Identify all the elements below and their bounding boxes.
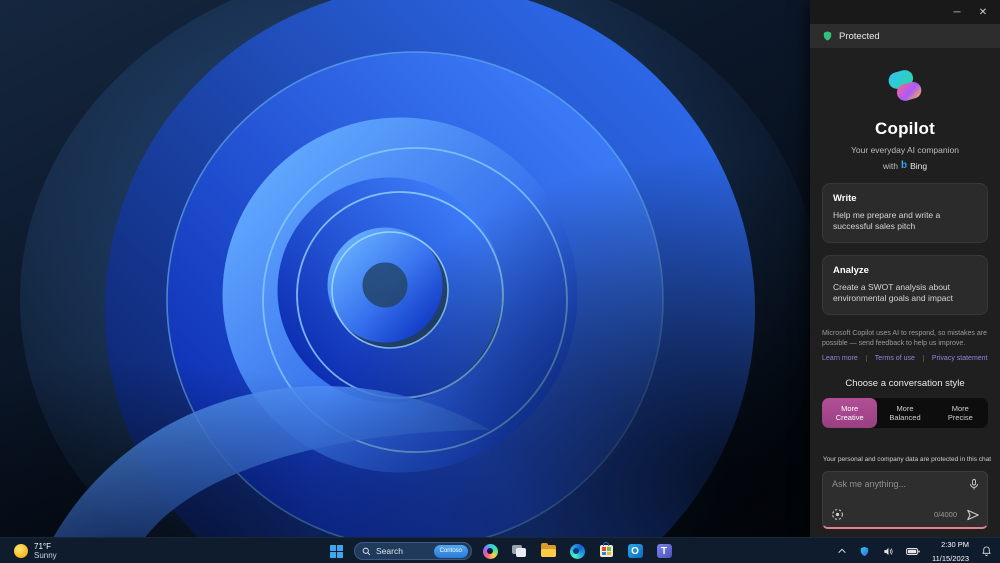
style-more-precise[interactable]: More Precise [933, 398, 988, 428]
tray-security-button[interactable] [855, 540, 874, 562]
privacy-statement-link[interactable]: Privacy statement [922, 355, 988, 363]
search-input[interactable] [376, 546, 434, 556]
taskbar-app-task-view[interactable] [508, 540, 530, 562]
char-counter: 0/4000 [934, 510, 957, 519]
suggestion-title: Analyze [833, 264, 869, 276]
taskbar-app-outlook[interactable]: O [624, 540, 646, 562]
copilot-titlebar: ─ ✕ [810, 0, 1000, 24]
style-more-balanced[interactable]: More Balanced [877, 398, 932, 428]
taskbar-app-teams[interactable]: T [653, 540, 675, 562]
screen: ─ ✕ Protected Copilot Your everyday AI c… [0, 0, 1000, 563]
suggestion-body: Create a SWOT analysis about environment… [833, 281, 954, 304]
speaker-icon [884, 547, 893, 555]
visual-search-icon[interactable] [831, 508, 844, 521]
protected-status[interactable]: Protected [810, 24, 1000, 48]
bing-label: Bing [910, 160, 928, 171]
taskbar-search[interactable]: Contoso [354, 542, 472, 560]
with-label: with [882, 160, 898, 171]
conversation-style-heading: Choose a conversation style [845, 378, 965, 390]
style-more-creative[interactable]: More Creative [822, 398, 878, 429]
copilot-title: Copilot [875, 119, 935, 138]
send-icon[interactable] [966, 508, 980, 522]
search-icon [362, 547, 371, 555]
taskbar: 71°F Sunny Contoso [0, 537, 1000, 563]
bing-icon: b [901, 160, 908, 171]
privacy-note-text: Your personal and company data are prote… [822, 456, 992, 463]
security-shield-icon [860, 546, 869, 556]
suggestion-title: Write [833, 193, 857, 204]
copilot-body: Copilot Your everyday AI companion with … [810, 48, 1000, 537]
shield-protected-icon [823, 31, 832, 41]
file-explorer-icon [540, 543, 556, 557]
tray-battery-button[interactable] [902, 540, 924, 562]
search-badge: Contoso [433, 544, 468, 558]
tray-volume-button[interactable] [878, 540, 898, 562]
windows-logo-icon [329, 544, 343, 558]
tray-date: 11/15/2023 [932, 553, 969, 563]
weather-temp: 71°F [34, 541, 51, 551]
suggestion-card-write[interactable]: Write Help me prepare and write a succes… [822, 183, 988, 243]
suggestion-body: Help me prepare and write a successful s… [833, 210, 941, 232]
copilot-logo-icon [888, 70, 922, 101]
microphone-icon[interactable] [968, 478, 980, 491]
with-bing-line: with b Bing [822, 160, 988, 171]
weather-condition: Sunny [34, 551, 57, 560]
clock-date-button[interactable]: 2:30 PM 11/15/2023 [928, 539, 973, 563]
microsoft-store-icon [599, 542, 613, 557]
conversation-style-toggle: More Creative More Balanced More Precise [822, 398, 988, 429]
copilot-icon [482, 543, 498, 559]
bell-icon [982, 546, 991, 556]
chat-inputbox[interactable]: 0/4000 [822, 471, 988, 529]
copilot-hero: Copilot Your everyday AI companion with … [822, 64, 988, 171]
chevron-up-icon [838, 548, 846, 554]
start-button[interactable] [325, 540, 347, 562]
notification-bell-button[interactable] [977, 540, 996, 562]
legal-links: Learn more Terms of use Privacy statemen… [822, 355, 988, 363]
tray-overflow-button[interactable] [833, 540, 851, 562]
taskbar-app-microsoft-store[interactable] [595, 540, 617, 562]
edge-icon [569, 543, 585, 559]
chat-input-area: Your personal and company data are prote… [822, 455, 992, 529]
outlook-icon: O [627, 544, 643, 558]
privacy-note: Your personal and company data are prote… [822, 455, 992, 464]
taskbar-app-edge[interactable] [566, 540, 588, 562]
battery-icon [906, 547, 920, 555]
teams-icon: T [656, 544, 672, 558]
task-view-icon [512, 545, 526, 557]
copilot-subtitle: Your everyday AI companion [851, 145, 959, 155]
widgets-button[interactable]: 71°F Sunny [8, 538, 63, 563]
system-tray: 2:30 PM 11/15/2023 [833, 538, 996, 563]
taskbar-app-file-explorer[interactable] [537, 540, 559, 562]
ask-input[interactable] [832, 479, 959, 489]
protected-label: Protected [839, 30, 880, 42]
sunny-weather-icon [14, 544, 28, 558]
copilot-panel: ─ ✕ Protected Copilot Your everyday AI c… [810, 0, 1000, 537]
taskbar-app-copilot[interactable] [479, 540, 501, 562]
taskbar-center: Contoso [325, 538, 675, 563]
tray-time: 2:30 PM [941, 539, 969, 549]
ai-disclaimer: Microsoft Copilot uses AI to respond, so… [822, 329, 987, 347]
terms-of-use-link[interactable]: Terms of use [865, 355, 915, 363]
learn-more-link[interactable]: Learn more [822, 355, 858, 362]
close-button[interactable]: ✕ [972, 3, 994, 21]
suggestion-card-analyze[interactable]: Analyze Create a SWOT analysis about env… [822, 254, 988, 315]
minimize-button[interactable]: ─ [946, 3, 968, 21]
